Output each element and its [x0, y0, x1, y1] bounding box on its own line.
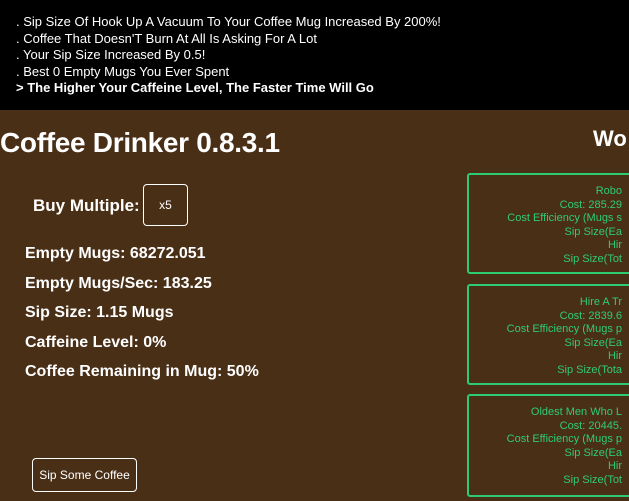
upgrade-card[interactable]: Robo Cost: 285.29 Cost Efficiency (Mugs …	[467, 173, 629, 274]
stats-panel: Empty Mugs: 68272.051 Empty Mugs/Sec: 18…	[25, 244, 259, 392]
upgrade-name: Robo	[595, 185, 622, 197]
upgrade-cost: Cost: 2839.6	[559, 309, 622, 322]
log-current-line: > The Higher Your Caffeine Level, The Fa…	[16, 80, 374, 95]
page-title: Coffee Drinker 0.8.3.1	[0, 127, 280, 158]
upgrade-cost: Cost: 285.29	[559, 198, 622, 211]
log-line: . Best 0 Empty Mugs You Ever Spent	[16, 63, 230, 79]
log-line: . Coffee That Doesn'T Burn At All Is Ask…	[16, 30, 317, 46]
upgrade-hired: Hir	[607, 350, 622, 363]
upgrade-sip-total: Sip Size(Tot	[563, 473, 622, 486]
sip-size-stat: Sip Size: 1.15 Mugs	[25, 304, 174, 321]
empty-mugs-per-sec-stat: Empty Mugs/Sec: 183.25	[25, 274, 212, 292]
upgrade-sip-total: Sip Size(Tot	[563, 252, 622, 265]
upgrade-hired: Hir	[607, 239, 622, 252]
app-root: . Sip Size Of Hook Up A Vacuum To Your C…	[0, 0, 629, 501]
upgrade-efficiency: Cost Efficiency (Mugs p	[506, 323, 622, 336]
caffeine-level-stat: Caffeine Level: 0%	[25, 333, 167, 351]
upgrade-sip-each: Sip Size(Ea	[564, 336, 622, 349]
upgrade-sip-each: Sip Size(Ea	[564, 446, 622, 459]
workers-heading: Wo	[593, 126, 627, 151]
upgrade-name: Hire A Tr	[579, 296, 622, 308]
log-line: . Sip Size Of Hook Up A Vacuum To Your C…	[16, 14, 441, 29]
upgrade-cost: Cost: 20445.	[559, 419, 622, 432]
buy-multiple-button[interactable]: x5	[143, 184, 188, 226]
upgrade-efficiency: Cost Efficiency (Mugs s	[507, 212, 622, 225]
upgrade-sip-total: Sip Size(Tota	[557, 363, 622, 376]
upgrade-hired: Hir	[607, 460, 622, 473]
log-line: . Your Sip Size Increased By 0.5!	[16, 47, 206, 62]
sip-coffee-button[interactable]: Sip Some Coffee	[32, 458, 137, 492]
buy-multiple-label: Buy Multiple:	[33, 196, 140, 215]
upgrade-sip-each: Sip Size(Ea	[564, 225, 622, 238]
empty-mugs-stat: Empty Mugs: 68272.051	[25, 245, 206, 262]
upgrade-card[interactable]: Oldest Men Who L Cost: 20445. Cost Effic…	[467, 394, 629, 497]
event-log: . Sip Size Of Hook Up A Vacuum To Your C…	[0, 0, 629, 110]
upgrade-name: Oldest Men Who L	[530, 406, 622, 418]
upgrade-card[interactable]: Hire A Tr Cost: 2839.6 Cost Efficiency (…	[467, 284, 629, 385]
coffee-remaining-stat: Coffee Remaining in Mug: 50%	[25, 363, 259, 380]
upgrade-efficiency: Cost Efficiency (Mugs p	[506, 433, 622, 446]
